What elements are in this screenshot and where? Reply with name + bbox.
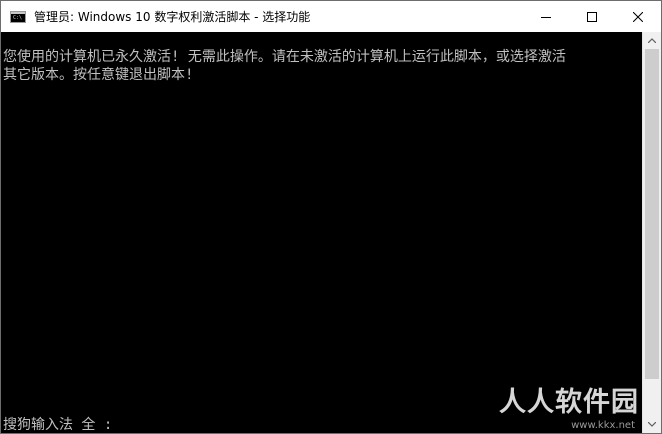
maximize-icon	[587, 11, 597, 22]
scroll-down-button[interactable]	[643, 416, 661, 433]
chevron-down-icon	[648, 422, 656, 427]
window-controls	[523, 1, 661, 32]
minimize-button[interactable]	[523, 1, 569, 32]
ime-status: 搜狗输入法 全 :	[3, 417, 113, 433]
vertical-scrollbar[interactable]	[642, 32, 661, 433]
console-line: 其它版本。按任意键退出脚本!	[3, 67, 194, 83]
chevron-up-icon	[648, 38, 656, 43]
window-title: 管理员: Windows 10 数字权利激活脚本 - 选择功能	[34, 10, 311, 24]
title-bar[interactable]: C:\ 管理员: Windows 10 数字权利激活脚本 - 选择功能	[1, 1, 661, 32]
console-output[interactable]: 您使用的计算机已永久激活! 无需此操作。请在未激活的计算机上运行此脚本，或选择激…	[1, 32, 642, 433]
maximize-button[interactable]	[569, 1, 615, 32]
scroll-thumb[interactable]	[645, 49, 659, 379]
console-window: C:\ 管理员: Windows 10 数字权利激活脚本 - 选择功能 您使用的…	[0, 0, 662, 434]
cmd-icon[interactable]: C:\	[10, 10, 26, 23]
watermark-logo: 人人软件园	[499, 387, 639, 418]
minimize-icon	[541, 16, 551, 18]
watermark-url: www.kkx.net	[571, 420, 635, 431]
close-icon	[633, 11, 643, 22]
scroll-up-button[interactable]	[643, 32, 661, 49]
console-line: 您使用的计算机已永久激活! 无需此操作。请在未激活的计算机上运行此脚本，或选择激…	[3, 49, 566, 65]
close-button[interactable]	[615, 1, 661, 32]
